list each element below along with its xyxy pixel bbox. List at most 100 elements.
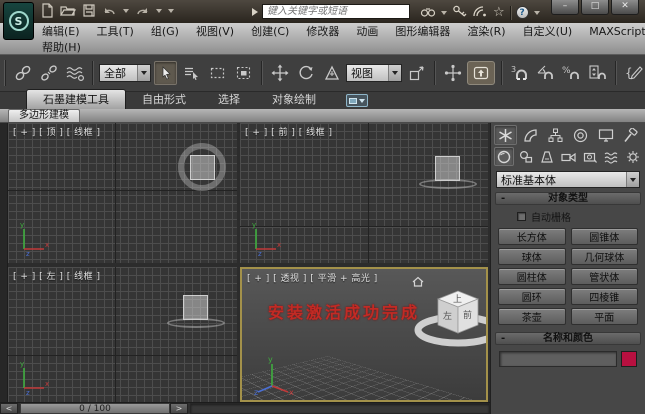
category-helpers[interactable]: [580, 147, 600, 166]
key-icon[interactable]: [452, 3, 467, 22]
search-expand-icon[interactable]: [252, 7, 258, 16]
viewport-front[interactable]: [ + ] [ 前 ] [ 线框 ] y x z: [240, 123, 488, 263]
use-pivot-point-icon[interactable]: [405, 61, 428, 85]
minimize-button[interactable]: –: [551, 0, 579, 15]
menu-help[interactable]: 帮助(H): [42, 39, 81, 55]
viewcube-top-face[interactable]: [190, 155, 215, 180]
button-pyramid[interactable]: 四棱锥: [570, 288, 638, 305]
object-category-caret[interactable]: [626, 172, 639, 187]
button-torus[interactable]: 圆环: [498, 288, 566, 305]
previous-frame-button[interactable]: <: [0, 403, 18, 414]
viewport-top[interactable]: [ + ] [ 顶 ] [ 线框 ] y x z: [8, 123, 237, 263]
viewcube-home-icon[interactable]: [412, 272, 424, 291]
ribbon-minimize-button[interactable]: [346, 94, 368, 107]
keyboard-shortcut-override-toggle[interactable]: [467, 61, 495, 85]
ribbon-tab-object-paint[interactable]: 对象绘制: [256, 90, 332, 109]
snap-toggle-3d-icon[interactable]: 3: [508, 61, 531, 85]
bind-to-space-warp-icon[interactable]: [63, 61, 86, 85]
next-frame-button[interactable]: >: [170, 403, 188, 414]
tab-hierarchy[interactable]: [544, 125, 567, 145]
viewport-left[interactable]: [ + ] [ 左 ] [ 线框 ] y x z: [8, 267, 237, 402]
menu-rendering[interactable]: 渲染(R): [467, 23, 505, 39]
redo-dropdown-caret[interactable]: [156, 8, 162, 13]
button-geosphere[interactable]: 几何球体: [570, 248, 638, 265]
help-icon[interactable]: ?: [515, 6, 529, 19]
rollout-name-color[interactable]: - 名称和颜色: [495, 332, 641, 345]
viewcube-ring[interactable]: [167, 318, 225, 328]
viewcube-front-face[interactable]: [435, 156, 460, 181]
close-button[interactable]: ✕: [611, 0, 639, 15]
menu-customize[interactable]: 自定义(U): [523, 23, 573, 39]
window-crossing-icon[interactable]: [232, 61, 255, 85]
button-cone[interactable]: 圆锥体: [570, 228, 638, 245]
viewport-top-label[interactable]: [ + ] [ 顶 ] [ 线框 ]: [13, 125, 101, 138]
button-box[interactable]: 长方体: [498, 228, 566, 245]
select-and-move-icon[interactable]: [268, 61, 291, 85]
search-options-caret[interactable]: [441, 10, 447, 15]
viewcube-left-face[interactable]: [183, 295, 208, 320]
unlink-selection-icon[interactable]: [37, 61, 60, 85]
menu-views[interactable]: 视图(V): [196, 23, 234, 39]
selection-filter-caret[interactable]: [137, 65, 150, 81]
select-object-button[interactable]: [154, 61, 177, 85]
menu-create[interactable]: 创建(C): [251, 23, 289, 39]
ribbon-tab-graphite[interactable]: 石墨建模工具: [26, 89, 126, 109]
save-file-icon[interactable]: [82, 3, 96, 18]
object-color-swatch[interactable]: [621, 351, 637, 367]
reference-coordinate-dropdown[interactable]: 视图: [346, 64, 402, 82]
select-and-manipulate-icon[interactable]: [441, 61, 464, 85]
favorites-star-icon[interactable]: ☆: [493, 6, 505, 19]
redo-icon[interactable]: [135, 4, 150, 18]
autogrid-checkbox[interactable]: [517, 212, 526, 221]
menu-maxscript[interactable]: MAXScript(M): [589, 25, 645, 38]
viewport-perspective[interactable]: [ + ] [ 透视 ] [ 平滑 + 高光 ] 安装激活成功完成 上 左 前 …: [240, 267, 488, 402]
angle-snap-toggle-icon[interactable]: [534, 61, 557, 85]
viewport-perspective-label[interactable]: [ + ] [ 透视 ] [ 平滑 + 高光 ]: [247, 271, 378, 284]
help-dropdown-caret[interactable]: [533, 10, 540, 15]
viewport-front-label[interactable]: [ + ] [ 前 ] [ 线框 ]: [245, 125, 333, 138]
search-binoculars-icon[interactable]: [420, 3, 436, 22]
undo-icon[interactable]: [102, 4, 117, 18]
tab-modify[interactable]: [519, 125, 542, 145]
viewport-left-label[interactable]: [ + ] [ 左 ] [ 线框 ]: [13, 269, 101, 282]
select-and-scale-icon[interactable]: [320, 61, 343, 85]
time-slider-handle[interactable]: 0 / 100: [20, 403, 170, 414]
new-file-icon[interactable]: [40, 3, 54, 18]
selection-filter-dropdown[interactable]: 全部: [99, 64, 151, 82]
reference-coordinate-caret[interactable]: [388, 65, 401, 81]
button-plane[interactable]: 平面: [570, 308, 638, 325]
menu-graph-editors[interactable]: 图形编辑器: [395, 23, 450, 39]
select-and-link-icon[interactable]: [11, 61, 34, 85]
button-tube[interactable]: 管状体: [570, 268, 638, 285]
viewcube[interactable]: 上 左 前: [410, 283, 488, 349]
open-file-icon[interactable]: [60, 3, 76, 18]
ribbon-tab-freeform[interactable]: 自由形式: [126, 90, 202, 109]
rollout-object-type[interactable]: - 对象类型: [495, 192, 641, 205]
undo-dropdown-caret[interactable]: [123, 8, 129, 13]
select-by-name-icon[interactable]: [180, 61, 203, 85]
menu-tools[interactable]: 工具(T): [97, 23, 134, 39]
tab-create[interactable]: [494, 125, 517, 145]
button-sphere[interactable]: 球体: [498, 248, 566, 265]
edit-named-selection-sets-icon[interactable]: {: [622, 61, 645, 85]
button-teapot[interactable]: 茶壶: [498, 308, 566, 325]
maximize-button[interactable]: □: [581, 0, 609, 15]
communication-center-icon[interactable]: [472, 3, 488, 22]
menu-animation[interactable]: 动画: [356, 23, 378, 39]
menu-edit[interactable]: 编辑(E): [42, 23, 80, 39]
category-shapes[interactable]: [515, 147, 535, 166]
tab-display[interactable]: [594, 125, 617, 145]
select-and-rotate-icon[interactable]: [294, 61, 317, 85]
tab-utilities[interactable]: [619, 125, 642, 145]
percent-snap-toggle-icon[interactable]: %: [560, 61, 583, 85]
toolbar-grip[interactable]: [4, 60, 6, 86]
button-cylinder[interactable]: 圆柱体: [498, 268, 566, 285]
category-geometry[interactable]: [494, 147, 515, 166]
tab-motion[interactable]: [569, 125, 592, 145]
viewcube-ring[interactable]: [419, 179, 477, 189]
category-systems[interactable]: [623, 147, 643, 166]
category-space-warps[interactable]: [601, 147, 621, 166]
object-category-dropdown[interactable]: 标准基本体: [496, 171, 640, 188]
menu-group[interactable]: 组(G): [151, 23, 179, 39]
object-name-input[interactable]: [499, 351, 617, 367]
